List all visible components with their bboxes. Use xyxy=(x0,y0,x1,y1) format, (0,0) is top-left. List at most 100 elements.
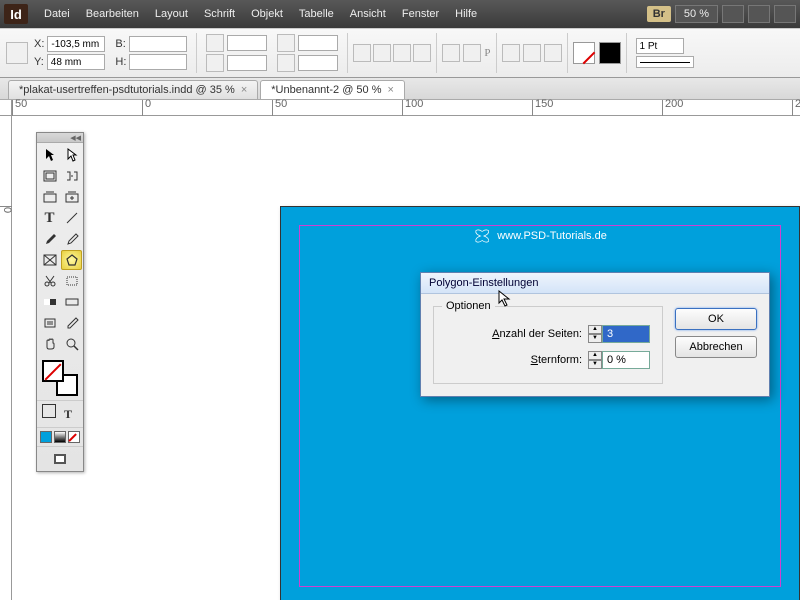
star-label: Sternform: xyxy=(531,354,582,366)
h-input[interactable] xyxy=(129,54,187,70)
effects-icon[interactable] xyxy=(502,44,520,62)
scale-x-icon[interactable] xyxy=(206,34,224,52)
y-label: Y: xyxy=(34,56,44,68)
page[interactable]: www.PSD-Tutorials.de xyxy=(280,206,800,600)
star-input[interactable] xyxy=(602,351,650,369)
ruler-tick: 50 xyxy=(272,100,287,116)
apply-none-swatch[interactable] xyxy=(68,431,80,443)
stroke-style-dropdown[interactable] xyxy=(636,56,694,68)
polygon-settings-dialog: Polygon-Einstellungen Optionen Anzahl de… xyxy=(420,272,770,397)
ruler-horizontal[interactable]: 50 0 50 100 150 200 250 xyxy=(12,100,800,116)
rotate-ccw-icon[interactable] xyxy=(353,44,371,62)
zoom-tool[interactable] xyxy=(61,334,82,354)
fill-proxy[interactable] xyxy=(42,360,64,382)
scale-y-icon[interactable] xyxy=(206,54,224,72)
menu-tabelle[interactable]: Tabelle xyxy=(291,4,342,24)
gradient-feather-tool[interactable] xyxy=(61,292,82,312)
scale-x-input[interactable] xyxy=(227,35,267,51)
sides-input[interactable] xyxy=(602,325,650,343)
type-tool[interactable]: T xyxy=(39,208,60,228)
tools-panel: ◀◀ T T xyxy=(36,132,84,472)
eyedropper-tool[interactable] xyxy=(61,313,82,333)
shear-input[interactable] xyxy=(298,55,338,71)
fill-swatch[interactable] xyxy=(573,42,595,64)
star-up-button[interactable]: ▲ xyxy=(588,351,602,360)
star-down-button[interactable]: ▼ xyxy=(588,360,602,369)
shear-icon[interactable] xyxy=(277,54,295,72)
corner-icon[interactable] xyxy=(544,44,562,62)
panel-grip[interactable]: ◀◀ xyxy=(37,133,83,143)
zoom-level[interactable]: 50 % xyxy=(675,5,718,23)
hand-tool[interactable] xyxy=(39,334,60,354)
menu-layout[interactable]: Layout xyxy=(147,4,196,24)
ruler-tick: 150 xyxy=(532,100,553,116)
polygon-tool[interactable] xyxy=(61,250,82,270)
ruler-origin[interactable] xyxy=(0,100,12,116)
ruler-tick: 0 xyxy=(0,206,12,213)
menu-hilfe[interactable]: Hilfe xyxy=(447,4,485,24)
arrange-icon[interactable] xyxy=(774,5,796,23)
direct-selection-tool[interactable] xyxy=(61,145,82,165)
flip-h-icon[interactable] xyxy=(393,44,411,62)
pencil-tool[interactable] xyxy=(61,229,82,249)
scale-y-input[interactable] xyxy=(227,55,267,71)
content-collector-tool[interactable] xyxy=(39,187,60,207)
menu-objekt[interactable]: Objekt xyxy=(243,4,291,24)
scissors-tool[interactable] xyxy=(39,271,60,291)
paragraph-icon[interactable]: P xyxy=(484,47,490,59)
apply-gradient-swatch[interactable] xyxy=(54,431,66,443)
pen-tool[interactable] xyxy=(39,229,60,249)
menu-fenster[interactable]: Fenster xyxy=(394,4,447,24)
cancel-button[interactable]: Abbrechen xyxy=(675,336,757,358)
ruler-vertical[interactable]: 0 xyxy=(0,116,12,600)
menu-ansicht[interactable]: Ansicht xyxy=(342,4,394,24)
wrap-icon[interactable] xyxy=(523,44,541,62)
sides-down-button[interactable]: ▼ xyxy=(588,334,602,343)
w-label: B: xyxy=(115,38,125,50)
rotate-icon[interactable] xyxy=(277,34,295,52)
apply-text-icon[interactable]: T xyxy=(58,404,79,424)
screen-mode-icon[interactable] xyxy=(722,5,744,23)
tab-plakat[interactable]: *plakat-usertreffen-psdtutorials.indd @ … xyxy=(8,80,258,99)
menu-schrift[interactable]: Schrift xyxy=(196,4,243,24)
tab-label: *plakat-usertreffen-psdtutorials.indd @ … xyxy=(19,84,235,96)
close-icon[interactable]: × xyxy=(388,84,394,96)
view-mode-icon[interactable] xyxy=(50,449,71,469)
app-icon: Id xyxy=(4,4,28,24)
close-icon[interactable]: × xyxy=(241,84,247,96)
free-transform-tool[interactable] xyxy=(61,271,82,291)
content-placer-tool[interactable] xyxy=(61,187,82,207)
flip-v-icon[interactable] xyxy=(413,44,431,62)
sides-up-button[interactable]: ▲ xyxy=(588,325,602,334)
menu-datei[interactable]: Datei xyxy=(36,4,78,24)
select-container-icon[interactable] xyxy=(442,44,460,62)
tab-unbenannt[interactable]: *Unbenannt-2 @ 50 % × xyxy=(260,80,405,99)
bridge-button[interactable]: Br xyxy=(647,6,671,22)
fill-stroke-proxy[interactable] xyxy=(40,360,80,396)
line-tool[interactable] xyxy=(61,208,82,228)
view-options-icon[interactable] xyxy=(748,5,770,23)
stroke-swatch[interactable] xyxy=(599,42,621,64)
gradient-swatch-tool[interactable] xyxy=(39,292,60,312)
page-header-text: www.PSD-Tutorials.de xyxy=(473,227,607,245)
y-input[interactable] xyxy=(47,54,105,70)
rectangle-frame-tool[interactable] xyxy=(39,250,60,270)
selection-tool[interactable] xyxy=(39,145,60,165)
apply-container-icon[interactable] xyxy=(42,404,56,418)
gap-tool[interactable] xyxy=(61,166,82,186)
apply-color-swatch[interactable] xyxy=(40,431,52,443)
note-tool[interactable] xyxy=(39,313,60,333)
reference-point-icon[interactable] xyxy=(6,42,28,64)
menu-bearbeiten[interactable]: Bearbeiten xyxy=(78,4,147,24)
select-content-icon[interactable] xyxy=(463,44,481,62)
x-input[interactable] xyxy=(47,36,105,52)
page-tool[interactable] xyxy=(39,166,60,186)
w-input[interactable] xyxy=(129,36,187,52)
rotate-cw-icon[interactable] xyxy=(373,44,391,62)
ruler-tick: 250 xyxy=(792,100,800,116)
tab-label: *Unbenannt-2 @ 50 % xyxy=(271,84,381,96)
ok-button[interactable]: OK xyxy=(675,308,757,330)
rotate-input[interactable] xyxy=(298,35,338,51)
stroke-weight-input[interactable] xyxy=(636,38,684,54)
options-group-label: Optionen xyxy=(442,300,495,312)
